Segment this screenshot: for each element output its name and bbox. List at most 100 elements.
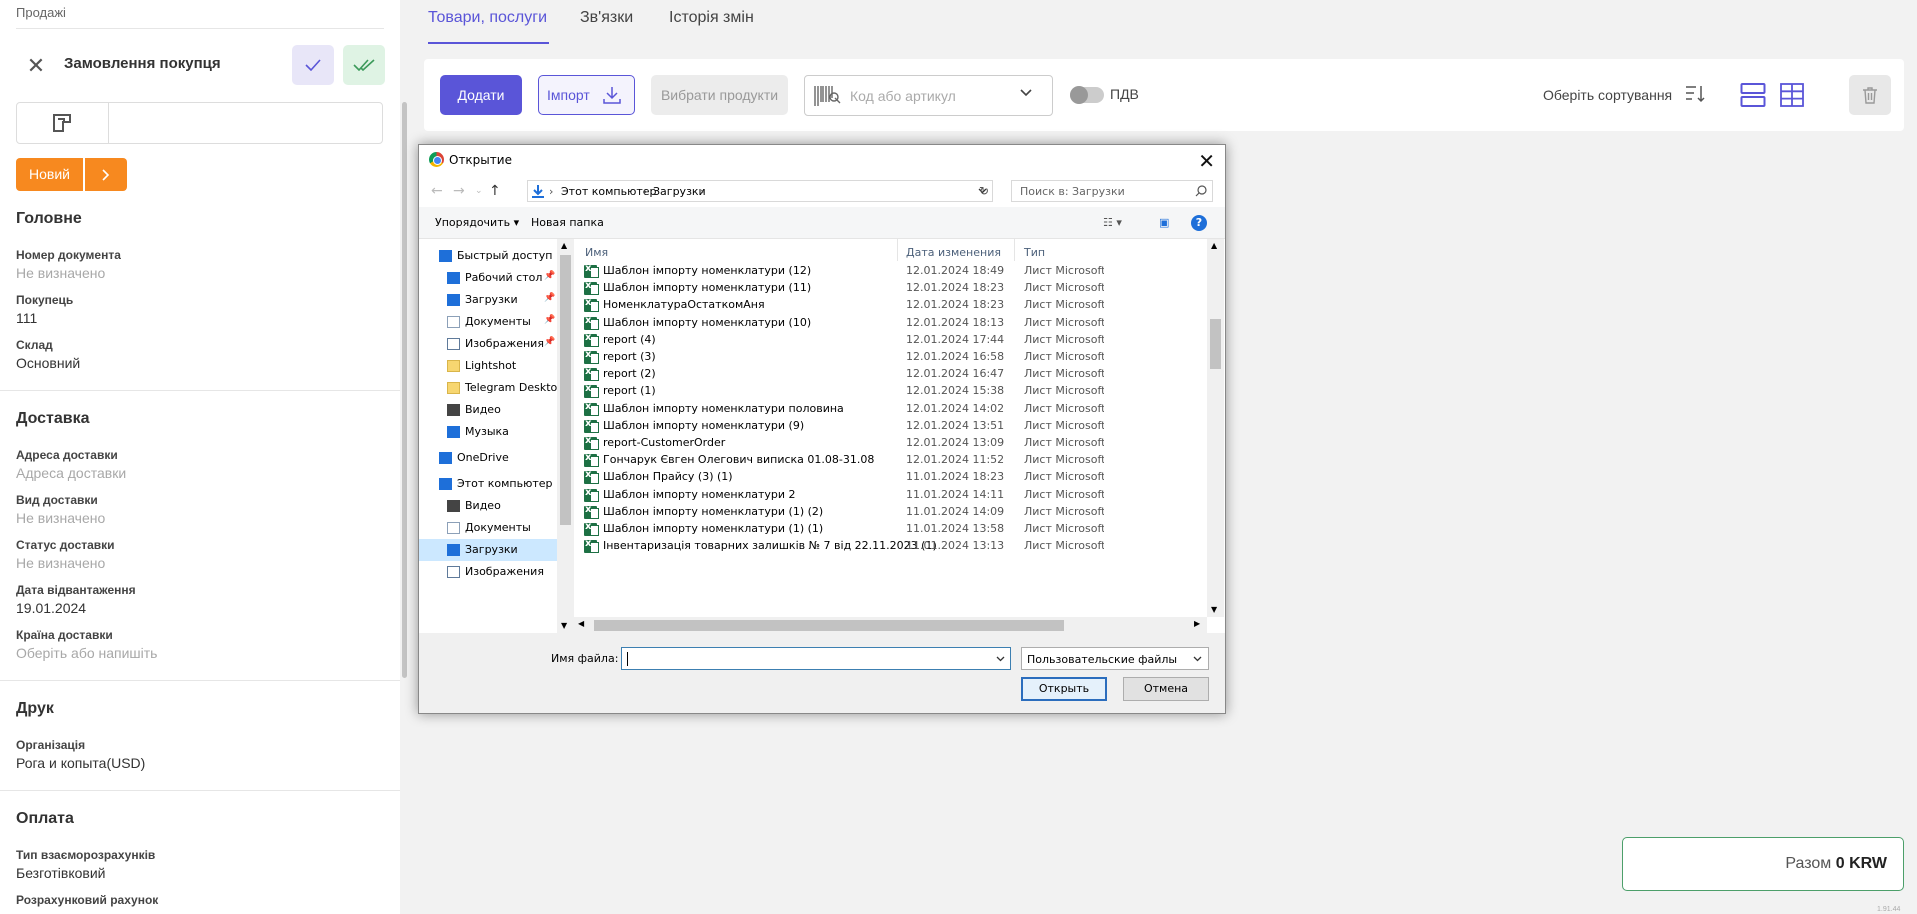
sort-icon[interactable]: [1684, 83, 1706, 105]
excel-file-icon: [584, 366, 599, 382]
star-icon: [439, 250, 452, 262]
breadcrumb[interactable]: Продажі: [16, 5, 66, 20]
tree-item[interactable]: Lightshot: [419, 355, 557, 377]
check-button[interactable]: [292, 45, 334, 85]
delivery-status-value[interactable]: Не визначено: [16, 555, 105, 571]
dialog-search-input[interactable]: Поиск в: Загрузки: [1011, 180, 1213, 202]
address-bar[interactable]: › Этот компьютер › Загрузки ›: [527, 180, 993, 202]
list-view-icon[interactable]: [1740, 82, 1766, 108]
column-header-date[interactable]: Дата изменения: [906, 246, 1001, 259]
settlement-value[interactable]: Безготівковий: [16, 865, 105, 881]
horizontal-scrollbar[interactable]: ◀ ▶: [574, 617, 1207, 634]
navigation-bar: ← → ⌄ ↑ › Этот компьютер › Загрузки › ↻ …: [419, 175, 1225, 207]
country-input[interactable]: Оберіть або напишіть: [16, 645, 157, 661]
import-button[interactable]: Імпорт: [538, 75, 635, 115]
pin-icon[interactable]: 📌: [544, 315, 555, 325]
tree-item[interactable]: Рабочий стол 📌: [419, 267, 557, 289]
tree-item[interactable]: Документы: [419, 517, 557, 539]
vat-toggle[interactable]: [1070, 86, 1104, 104]
cancel-button[interactable]: Отмена: [1123, 677, 1209, 701]
column-separator[interactable]: [897, 239, 898, 261]
tree-scrollbar[interactable]: ▲ ▼: [557, 239, 574, 633]
close-icon[interactable]: ✕: [26, 55, 46, 77]
status-badge[interactable]: Новий: [16, 158, 83, 191]
path-segment[interactable]: Загрузки: [653, 185, 706, 198]
pin-icon[interactable]: 📌: [544, 271, 555, 281]
tree-item[interactable]: Telegram Desktop: [419, 377, 557, 399]
list-scrollbar[interactable]: ▲ ▼: [1207, 239, 1224, 617]
recent-chevron-icon[interactable]: ⌄: [475, 186, 483, 196]
file-date: 11.01.2024 13:58: [906, 522, 1005, 535]
tab-history[interactable]: Історія змін: [669, 9, 754, 27]
filename-input[interactable]: [621, 647, 1011, 670]
view-options-icon[interactable]: ☷ ▾: [1103, 216, 1122, 229]
open-button[interactable]: Открыть: [1021, 677, 1107, 701]
next-status-button[interactable]: [85, 158, 127, 191]
chevron-down-icon[interactable]: [1020, 89, 1032, 97]
filetype-select[interactable]: Пользовательские файлы: [1021, 647, 1209, 670]
tree-item[interactable]: Видео: [419, 399, 557, 421]
document-field[interactable]: [16, 102, 383, 144]
add-button[interactable]: Додати: [440, 75, 522, 115]
back-arrow-icon[interactable]: ←: [431, 183, 443, 199]
list-scroll-thumb[interactable]: [1210, 319, 1221, 369]
scroll-down-icon[interactable]: ▼: [1211, 605, 1217, 614]
sort-select[interactable]: Оберіть сортування: [1543, 87, 1672, 103]
select-products-button[interactable]: Вибрати продукти: [651, 75, 788, 115]
forward-arrow-icon[interactable]: →: [453, 183, 465, 199]
download-icon: [603, 87, 621, 104]
delivery-address-input[interactable]: Адреса доставки: [16, 465, 126, 481]
delivery-type-value[interactable]: Не визначено: [16, 510, 105, 526]
scroll-up-icon[interactable]: ▲: [1211, 241, 1217, 250]
new-folder-button[interactable]: Новая папка: [531, 216, 604, 229]
grid-view-icon[interactable]: [1779, 82, 1805, 108]
column-header-type[interactable]: Тип: [1024, 246, 1045, 259]
code-search-input[interactable]: Код або артикул: [804, 75, 1053, 116]
chevron-down-icon[interactable]: [996, 656, 1005, 662]
warehouse-value[interactable]: Основний: [16, 355, 80, 371]
tree-item[interactable]: Музыка: [419, 421, 557, 443]
delete-button[interactable]: [1849, 75, 1891, 115]
tree-item[interactable]: Загрузки: [419, 539, 557, 561]
preview-pane-icon[interactable]: ▣: [1159, 216, 1169, 229]
org-value[interactable]: Рога и копыта(USD): [16, 755, 145, 771]
buyer-value[interactable]: 111: [16, 310, 37, 326]
status-control[interactable]: Новий: [16, 158, 127, 191]
tree-item[interactable]: Документы 📌: [419, 311, 557, 333]
help-icon[interactable]: ?: [1191, 215, 1207, 231]
tree-scroll-thumb[interactable]: [560, 255, 571, 525]
ship-date-value[interactable]: 19.01.2024: [16, 600, 86, 616]
scroll-right-icon[interactable]: ▶: [1194, 619, 1200, 628]
refresh-icon[interactable]: ↻: [979, 184, 989, 198]
horizontal-scroll-thumb[interactable]: [594, 620, 1064, 631]
scroll-down-icon[interactable]: ▼: [561, 621, 567, 630]
doc-number-value[interactable]: Не визначено: [16, 265, 105, 281]
file-name: Шаблон імпорту номенклатури 2: [603, 487, 796, 501]
pin-icon[interactable]: 📌: [544, 337, 555, 347]
dialog-titlebar[interactable]: Открытие ✕: [419, 145, 1225, 175]
pin-icon[interactable]: 📌: [544, 293, 555, 303]
tree-item[interactable]: OneDrive: [419, 447, 557, 469]
sidebar-scrollbar[interactable]: [402, 102, 407, 678]
excel-file-icon: [584, 263, 599, 278]
column-separator[interactable]: [1014, 239, 1015, 261]
tree-item[interactable]: Быстрый доступ: [419, 245, 557, 267]
scroll-left-icon[interactable]: ◀: [578, 619, 584, 628]
tab-links[interactable]: Зв'язки: [580, 9, 633, 27]
column-header-name[interactable]: Имя: [585, 246, 608, 259]
tree-item[interactable]: Загрузки 📌: [419, 289, 557, 311]
tree-item[interactable]: Видео: [419, 495, 557, 517]
tree-item[interactable]: Изображения: [419, 561, 557, 583]
tab-products[interactable]: Товари, послуги: [428, 9, 547, 27]
tree-item[interactable]: Изображения 📌: [419, 333, 557, 355]
scroll-up-icon[interactable]: ▲: [561, 241, 567, 250]
file-row[interactable]: Інвентаризація товарних залишків № 7 від…: [574, 536, 1204, 557]
tree-item[interactable]: Этот компьютер: [419, 473, 557, 495]
up-arrow-icon[interactable]: ↑: [489, 183, 501, 199]
dialog-close-icon[interactable]: ✕: [1198, 149, 1215, 173]
section-payment: Оплата: [16, 810, 74, 827]
video-icon: [447, 404, 460, 416]
double-check-button[interactable]: [343, 45, 385, 85]
organize-menu[interactable]: Упорядочить ▾: [435, 216, 519, 229]
file-date: 12.01.2024 14:02: [906, 401, 1005, 415]
